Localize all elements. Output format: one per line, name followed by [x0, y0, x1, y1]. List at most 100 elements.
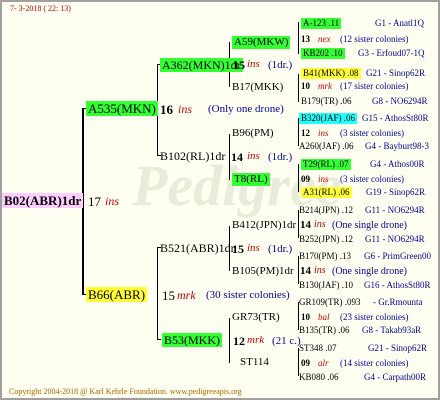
connector-line — [229, 318, 230, 363]
gen2-queen-B521[interactable]: B521(ABR)1dr — [160, 242, 235, 254]
gen4-line-id: G4 - Bayburt98-3 — [365, 141, 429, 151]
gen2-tag: ins — [247, 150, 260, 162]
connector-line — [298, 22, 299, 54]
gen4-line-id: G11 - NO6294R — [365, 234, 425, 244]
gen4-tag: mrk — [318, 81, 332, 91]
gen4-note: (3 sister colonies) — [340, 174, 404, 184]
gen4-number: 10 — [301, 81, 310, 91]
root-queen[interactable]: B02(ABR)1dr — [2, 193, 84, 208]
gen4-line-id: G11 - NO6294R — [365, 205, 425, 215]
gen3-queen-ST114[interactable]: ST114 — [240, 357, 269, 368]
gen4-queen[interactable]: A-123 .11 — [301, 18, 342, 29]
root-generation-number: 17 — [88, 194, 101, 209]
gen2-tag: mrk — [247, 334, 265, 346]
gen4-line-id: G8 - Takab93aR — [362, 325, 422, 335]
gen4-queen[interactable]: B252(JPN) .12 — [299, 235, 353, 244]
gen1-note: (Only one drone) — [208, 103, 284, 115]
connector-line — [298, 164, 299, 192]
gen4-note: (23 sister colonies) — [340, 312, 409, 322]
gen4-line-id: G19 - Sinop62R — [366, 187, 426, 197]
gen3-queen-GR73[interactable]: GR73(TR) — [232, 312, 280, 323]
gen4-queen[interactable]: A31(RL) .06 — [301, 187, 352, 198]
gen2-queen-B53[interactable]: B53(MKK) — [162, 333, 222, 347]
gen2-note: (1dr.) — [268, 243, 293, 255]
gen1-queen-A535[interactable]: A535(MKN) — [86, 101, 158, 116]
gen4-tag: bal — [318, 312, 330, 322]
connector-line — [157, 247, 158, 339]
gen2-note: (1dr.) — [268, 59, 293, 71]
gen4-queen[interactable]: B214(JPN) .12 — [299, 206, 353, 215]
gen4-line-id: G3 - Erfoud07-1Q — [358, 48, 425, 58]
connector-line — [157, 339, 161, 340]
gen3-tag: ins — [314, 265, 326, 276]
gen3-queen-B96[interactable]: B96(PM) — [232, 128, 274, 139]
gen4-queen[interactable]: B179(TR) .06 — [301, 97, 352, 106]
header-date: 7- 3-2018 ( 22: 13) — [10, 4, 71, 13]
copyright-footer: Copyright 2004-2018 @ Karl Kehrle Founda… — [9, 387, 242, 396]
root-tag: ins — [105, 194, 120, 208]
connector-line — [298, 74, 299, 102]
gen4-line-id: G6 - PrimGreen00 — [364, 251, 431, 261]
gen2-number: 15 — [232, 242, 244, 256]
gen4-note: (17 sister colonies) — [340, 81, 409, 91]
gen1-queen-B66[interactable]: B66(ABR) — [86, 287, 148, 302]
gen2-note: (1dr.) — [268, 151, 293, 163]
gen4-tag: nex — [318, 34, 331, 44]
gen3-queen-B105[interactable]: B105(PM)1dr — [232, 266, 294, 277]
gen2-queen-B102[interactable]: B102(RL)1dr — [160, 150, 225, 162]
gen3-queen-T8[interactable]: T8(RL) — [232, 173, 270, 186]
gen1-tag: mrk — [177, 288, 196, 302]
gen2-number: 15 — [233, 58, 245, 72]
gen2-number: 12 — [233, 334, 245, 348]
gen4-queen[interactable]: T29(RL) .07 — [301, 159, 351, 170]
gen4-queen[interactable]: ST348 .07 — [299, 344, 337, 353]
gen4-queen[interactable]: GR109(TR) .093 — [299, 298, 361, 307]
gen4-line-id: G4 - Athos00R — [370, 159, 425, 169]
gen4-line-id: G15 - AthosSt80R — [362, 113, 429, 123]
gen4-queen[interactable]: B130(JAF) .10 — [299, 281, 353, 290]
gen4-number: 10 — [301, 312, 310, 322]
gen4-tag: ins — [318, 174, 329, 184]
gen4-line-id: G21 - Sinop62R — [368, 343, 428, 353]
gen4-note: (14 sister colonies) — [340, 358, 409, 368]
gen4-queen[interactable]: B320(JAF) .06 — [299, 113, 358, 124]
gen2-tag: ins — [247, 58, 260, 70]
gen3-note: (One single drone) — [332, 220, 407, 231]
gen4-number: 09 — [301, 358, 310, 368]
gen4-number: 12 — [301, 128, 310, 138]
gen1-note: (30 sister colonies) — [206, 289, 290, 301]
gen4-line-id: G4 - Carpath00R — [364, 372, 426, 382]
gen3-tag: ins — [314, 219, 326, 230]
gen3-queen-A59[interactable]: A59(MKW) — [232, 36, 291, 49]
gen4-number: 09 — [301, 174, 310, 184]
gen4-queen[interactable]: KB202 .10 — [301, 48, 345, 59]
gen4-line-id: G1 - Anatl1Q — [375, 18, 424, 28]
gen3-queen-B412[interactable]: B412(JPN)1dr — [232, 220, 296, 231]
gen4-number: 13 — [301, 34, 310, 44]
gen3-queen-B17[interactable]: B17(MKK) — [232, 82, 283, 93]
gen4-line-id: G8 - NO6294R — [372, 96, 428, 106]
gen2-number: 14 — [231, 150, 243, 164]
gen2-tag: ins — [247, 242, 260, 254]
gen3-number: 14 — [300, 219, 311, 231]
connector-line — [229, 134, 230, 180]
gen4-queen[interactable]: A260(JAF) .06 — [299, 142, 354, 151]
gen2-queen-A362[interactable]: A362(MKN)1dr — [160, 58, 243, 72]
gen4-line-id: G16 - AthosSt80R — [364, 280, 431, 290]
gen4-tag: ins — [318, 128, 329, 138]
gen4-note: (3 sister colonies) — [340, 128, 404, 138]
gen3-note: (One single drone) — [332, 266, 407, 277]
gen4-tag: alr — [318, 358, 329, 368]
gen1-number: 16 — [160, 102, 173, 117]
gen4-queen[interactable]: B41(MKK) .08 — [301, 68, 361, 79]
gen4-note: (12 sister colonies) — [340, 34, 409, 44]
gen3-number: 14 — [300, 265, 311, 277]
gen2-note: (21 c.) — [272, 335, 301, 347]
gen1-number: 15 — [162, 288, 175, 303]
pedigree-canvas: Pedigree 7- 3-2018 ( 22: 13) B02(ABR)1dr… — [0, 0, 440, 400]
gen1-tag: ins — [178, 102, 193, 116]
gen4-queen[interactable]: KB080 .06 — [299, 373, 339, 382]
gen4-line-id: - Gr.Rmounta — [373, 297, 423, 307]
gen4-queen[interactable]: B170(PM) .13 — [299, 252, 351, 261]
gen4-queen[interactable]: B135(TR) .06 — [299, 326, 350, 335]
